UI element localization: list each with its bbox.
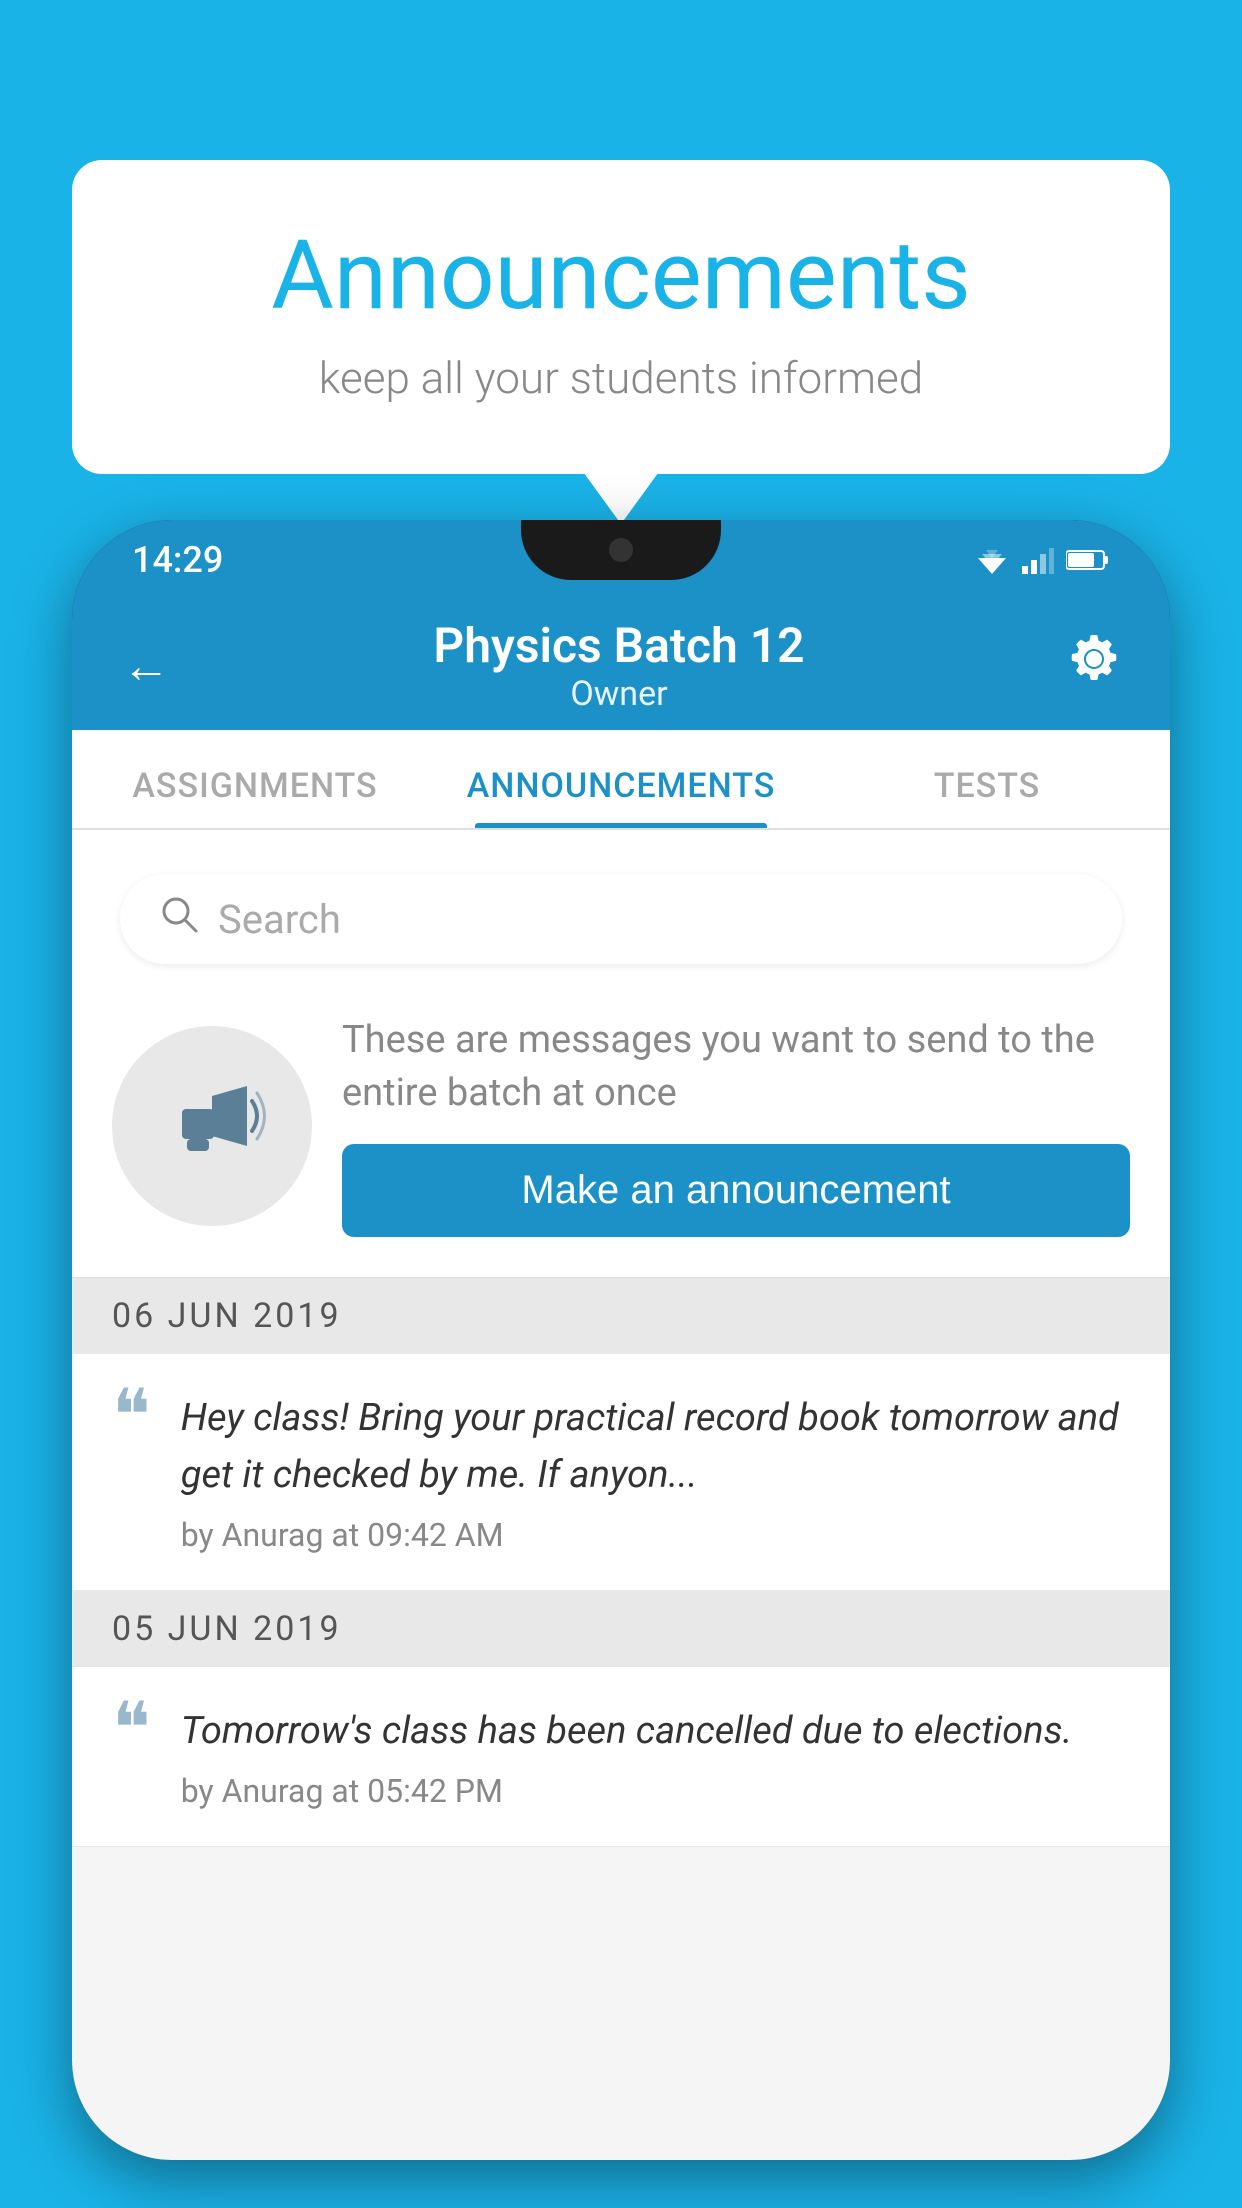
back-button[interactable]: ← (112, 627, 180, 704)
announcement-content-1: Hey class! Bring your practical record b… (181, 1390, 1130, 1554)
announcement-text-2: Tomorrow's class has been cancelled due … (181, 1703, 1130, 1760)
tabs-bar: ASSIGNMENTS ANNOUNCEMENTS TESTS (72, 730, 1170, 830)
announcement-item-1[interactable]: ❝ Hey class! Bring your practical record… (72, 1354, 1170, 1591)
notch-camera (609, 538, 633, 562)
app-bar: ← Physics Batch 12 Owner (72, 600, 1170, 730)
status-bar: 14:29 (72, 520, 1170, 600)
quote-icon-2: ❝ (112, 1693, 151, 1765)
tab-assignments[interactable]: ASSIGNMENTS (72, 766, 438, 828)
speech-bubble: Announcements keep all your students inf… (72, 160, 1170, 474)
settings-button[interactable] (1058, 623, 1130, 707)
wifi-icon (974, 546, 1010, 574)
tab-tests[interactable]: TESTS (804, 766, 1170, 828)
phone-wrapper: 14:29 (72, 520, 1170, 2208)
promo-card: These are messages you want to send to t… (72, 984, 1170, 1278)
announcement-meta-1: by Anurag at 09:42 AM (181, 1516, 1130, 1554)
date-separator-2: 05 JUN 2019 (72, 1591, 1170, 1667)
battery-icon (1066, 548, 1110, 572)
signal-icon (1022, 546, 1054, 574)
search-placeholder: Search (218, 896, 341, 943)
batch-name: Physics Batch 12 (180, 617, 1058, 674)
phone-notch (521, 520, 721, 580)
date-separator-1: 06 JUN 2019 (72, 1278, 1170, 1354)
status-time: 14:29 (132, 539, 223, 581)
announcement-meta-2: by Anurag at 05:42 PM (181, 1772, 1130, 1810)
make-announcement-button[interactable]: Make an announcement (342, 1144, 1130, 1237)
promo-right: These are messages you want to send to t… (342, 1014, 1130, 1237)
promo-icon-circle (112, 1026, 312, 1226)
announcement-text-1: Hey class! Bring your practical record b… (181, 1390, 1130, 1504)
speech-bubble-container: Announcements keep all your students inf… (72, 160, 1170, 474)
quote-icon-1: ❝ (112, 1380, 151, 1452)
phone-screen: Search These are me (72, 830, 1170, 2160)
status-icons (974, 546, 1110, 574)
role-label: Owner (180, 674, 1058, 714)
announcement-item-2[interactable]: ❝ Tomorrow's class has been cancelled du… (72, 1667, 1170, 1847)
promo-description: These are messages you want to send to t… (342, 1014, 1130, 1120)
gear-icon (1068, 633, 1120, 685)
search-icon (160, 895, 198, 943)
search-bar[interactable]: Search (120, 874, 1122, 964)
app-bar-title: Physics Batch 12 Owner (180, 617, 1058, 714)
announcement-content-2: Tomorrow's class has been cancelled due … (181, 1703, 1130, 1810)
phone-frame: 14:29 (72, 520, 1170, 2160)
tab-announcements[interactable]: ANNOUNCEMENTS (438, 766, 804, 828)
bubble-subtitle: keep all your students informed (152, 352, 1090, 404)
bubble-title: Announcements (152, 220, 1090, 332)
megaphone-icon (157, 1071, 267, 1181)
